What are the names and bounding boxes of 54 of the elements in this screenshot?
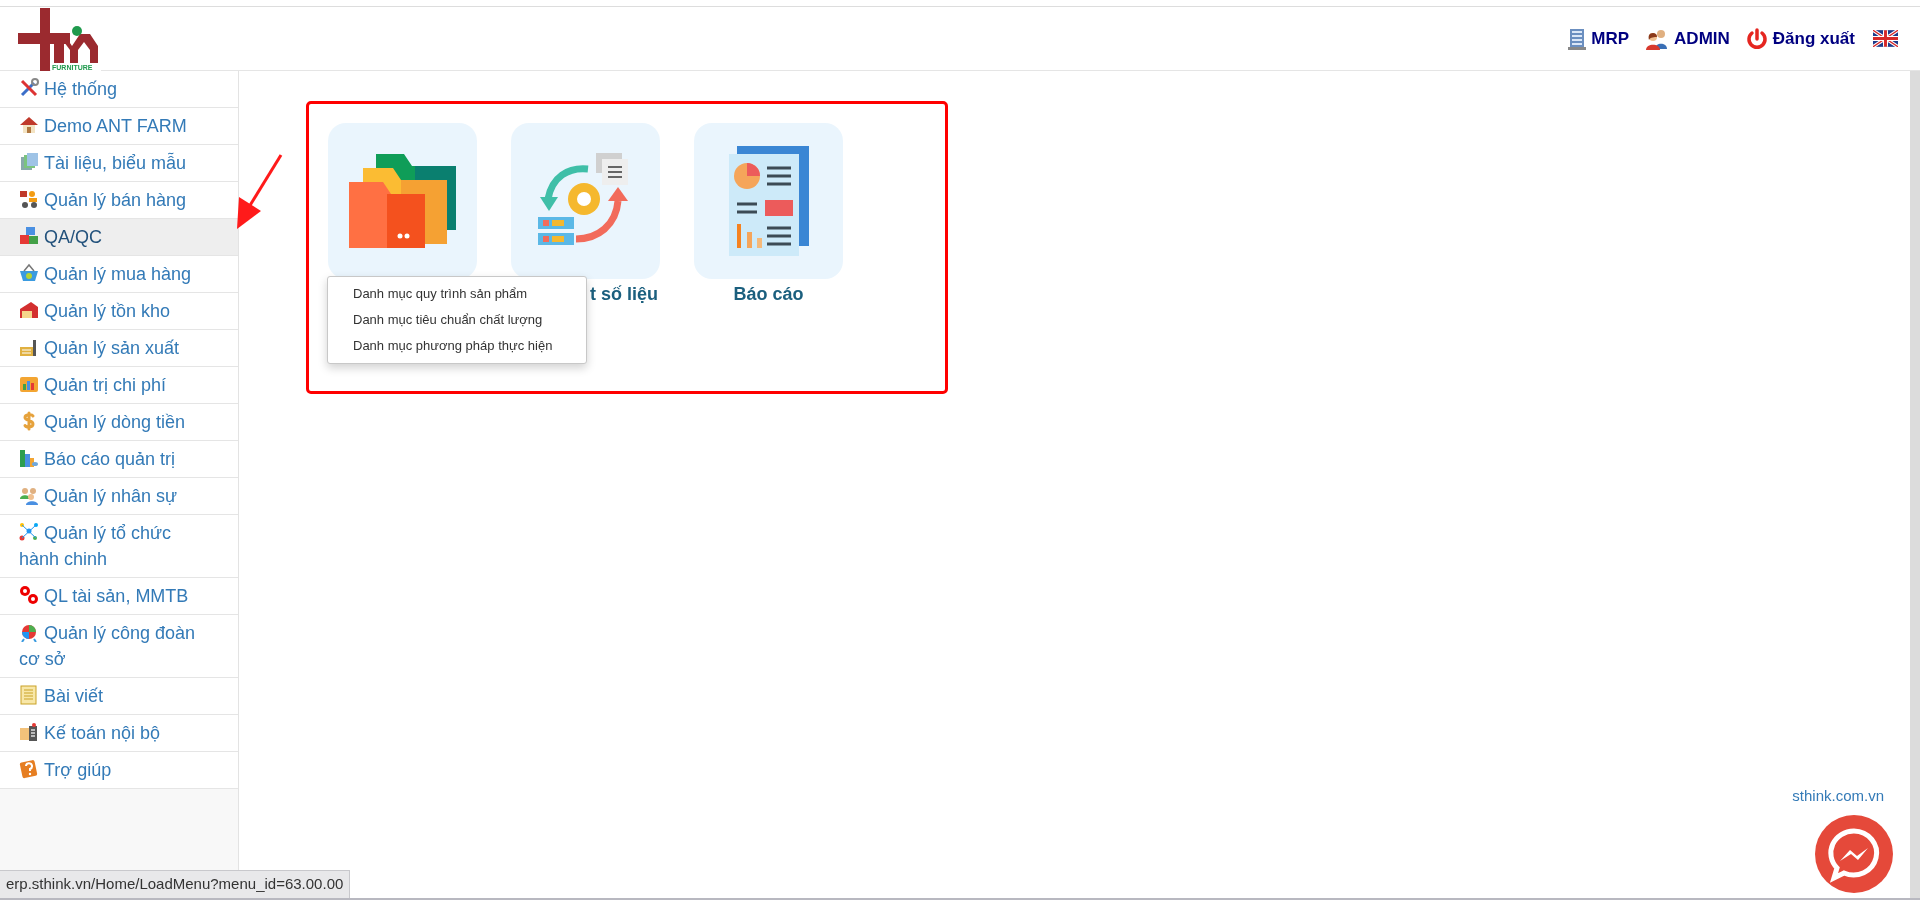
people-icon [19, 485, 39, 505]
calculator-icon [19, 722, 39, 742]
messenger-chat-button[interactable] [1814, 814, 1894, 894]
folders-icon [348, 154, 457, 248]
cubes-icon [19, 226, 39, 246]
chart-board-icon [19, 374, 39, 394]
users-icon [1645, 27, 1670, 50]
house-icon [19, 115, 39, 135]
sidebar-menu-item[interactable]: Trợ giúp [0, 752, 238, 789]
sidebar-menu-item[interactable]: Quản lý nhân sự [0, 478, 238, 515]
uk-flag-icon[interactable] [1873, 30, 1898, 47]
module-tile[interactable] [694, 123, 843, 279]
sidebar-menu-item[interactable]: Quản lý dòng tiền [0, 404, 238, 441]
report-document-icon [728, 146, 809, 256]
module-tile[interactable] [328, 123, 477, 279]
dropdown-menu-item[interactable]: Danh mục quy trình sản phẩm [328, 281, 586, 307]
sidebar-menu-item[interactable]: Quản trị chi phí [0, 367, 238, 404]
factory-icon [19, 337, 39, 357]
gears-icon [19, 585, 39, 605]
status-bar-url: erp.sthink.vn/Home/LoadMenu?menu_id=63.00.00 [0, 870, 351, 898]
basket-icon [19, 263, 39, 283]
dropdown-menu-item[interactable]: Danh mục tiêu chuẩn chất lượng [328, 307, 586, 333]
sidebar-menu-item[interactable]: QL tài sản, MMTB [0, 578, 238, 615]
bar-chart-icon [19, 448, 39, 468]
power-icon [1745, 27, 1768, 50]
sidebar-menu-item[interactable]: QA/QC [0, 219, 238, 256]
delivery-scooter-icon [19, 189, 39, 209]
sidebar-menu-item[interactable]: Bài viết [0, 678, 238, 715]
sidebar-menu-item[interactable]: Quản lý tổ chức hành chinh [0, 515, 238, 578]
network-icon [19, 522, 39, 542]
sidebar-menu-item[interactable]: Tài liệu, biểu mẫu [0, 145, 238, 182]
dropdown-menu-item[interactable]: Danh mục phương pháp thực hiện [328, 333, 586, 359]
sidebar-menu-item[interactable]: Quản lý công đoàn cơ sở [0, 615, 238, 678]
module-label[interactable]: Báo cáo [733, 281, 804, 308]
sidebar-menu-item[interactable]: Quản lý bán hàng [0, 182, 238, 219]
sidebar-menu-item[interactable]: Quản lý tồn kho [0, 293, 238, 330]
warehouse-icon [19, 300, 39, 320]
logout-link[interactable]: Đăng xuất [1745, 25, 1855, 52]
notepad-icon [19, 685, 39, 705]
module-tile[interactable] [511, 123, 660, 279]
sidebar-menu-item[interactable]: Báo cáo quản trị [0, 441, 238, 478]
admin-link[interactable]: ADMIN [1645, 25, 1730, 52]
help-book-icon [19, 759, 39, 779]
sidebar-menu-item[interactable]: Kế toán nội bộ [0, 715, 238, 752]
documents-icon [19, 152, 39, 172]
sidebar-menu-item[interactable]: Hệ thống [0, 71, 238, 108]
module-label[interactable]: t số liệu [590, 281, 658, 308]
sidebar-menu-item[interactable]: Quản lý mua hàng [0, 256, 238, 293]
website-link[interactable]: sthink.com.vn [1792, 785, 1884, 808]
building-icon [1568, 27, 1587, 50]
mrp-link[interactable]: MRP [1568, 25, 1630, 52]
sidebar-menu-item[interactable]: Demo ANT FARM [0, 108, 238, 145]
sidebar-menu-item[interactable]: Quản lý sản xuất [0, 330, 238, 367]
tools-icon [19, 78, 39, 98]
